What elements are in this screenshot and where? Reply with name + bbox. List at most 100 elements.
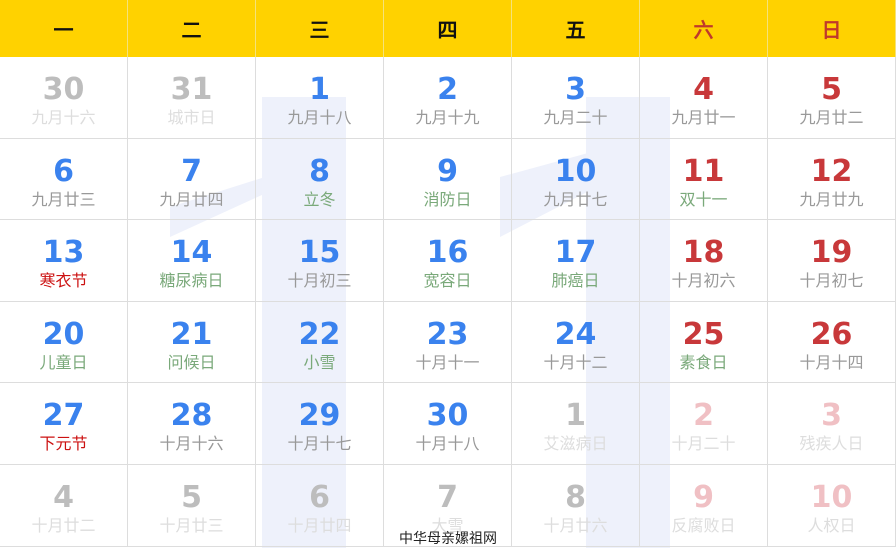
day-number: 28 <box>170 398 213 434</box>
day-cell[interactable]: 22 小雪 <box>256 301 384 384</box>
day-number: 7 <box>181 153 202 189</box>
day-cell[interactable]: 6 九月廿三 <box>0 138 128 221</box>
day-label: 城市日 <box>167 108 216 127</box>
day-label: 九月廿四 <box>159 189 224 209</box>
day-number: 20 <box>42 316 85 352</box>
day-label: 十月十七 <box>287 434 352 454</box>
day-cell[interactable]: 19 十月初七 <box>768 220 896 302</box>
day-number: 2 <box>437 72 458 107</box>
day-number: 6 <box>53 153 74 189</box>
day-number: 9 <box>437 153 458 189</box>
day-cell[interactable]: 4 九月廿一 <box>640 57 768 139</box>
day-number: 19 <box>810 235 853 271</box>
day-cell[interactable]: 23 十月十一 <box>384 301 512 384</box>
day-cell[interactable]: 25 素食日 <box>640 301 768 384</box>
day-cell[interactable]: 3 残疾人日 <box>768 383 896 465</box>
day-label: 九月廿九 <box>799 189 864 209</box>
day-number: 1 <box>309 72 330 107</box>
day-cell[interactable]: 21 问候日 <box>128 301 256 384</box>
calendar-grid: 30 九月十六 31 城市日 1 九月十八 2 九月十九 3 九月二十 4 九月廿一 5 九月廿二 6 九月廿… <box>0 57 896 547</box>
day-number: 22 <box>298 316 341 352</box>
day-number: 3 <box>821 398 842 434</box>
day-label: 九月廿三 <box>31 189 96 209</box>
weekday-thu: 四 <box>384 0 512 57</box>
day-label: 十月十一 <box>415 352 480 372</box>
day-cell[interactable]: 31 城市日 <box>128 57 256 139</box>
day-label: 下元节 <box>39 434 88 454</box>
day-cell[interactable]: 18 十月初六 <box>640 220 768 302</box>
day-cell[interactable]: 7 九月廿四 <box>128 138 256 221</box>
day-label: 九月二十 <box>543 108 608 127</box>
day-cell[interactable]: 8 立冬 <box>256 138 384 221</box>
day-label: 问候日 <box>167 352 216 372</box>
weekday-mon: 一 <box>0 0 128 57</box>
day-number: 16 <box>426 235 469 271</box>
day-label: 九月廿一 <box>671 108 736 127</box>
day-cell[interactable]: 27 下元节 <box>0 383 128 465</box>
day-cell[interactable]: 30 十月十八 <box>384 383 512 465</box>
day-number: 9 <box>693 479 714 515</box>
day-label: 艾滋病日 <box>543 434 608 454</box>
day-number: 31 <box>170 72 213 107</box>
day-number: 29 <box>298 398 341 434</box>
day-number: 10 <box>554 153 597 189</box>
day-cell[interactable]: 3 九月二十 <box>512 57 640 139</box>
day-label: 儿童日 <box>39 352 88 372</box>
day-cell[interactable]: 5 九月廿二 <box>768 57 896 139</box>
day-cell[interactable]: 13 寒衣节 <box>0 220 128 302</box>
day-label: 双十一 <box>679 189 728 209</box>
day-label: 宽容日 <box>423 271 472 291</box>
day-cell[interactable]: 2 十月二十 <box>640 383 768 465</box>
day-label: 糖尿病日 <box>159 271 224 291</box>
day-number: 10 <box>810 479 853 515</box>
day-number: 6 <box>309 479 330 515</box>
day-number: 8 <box>309 153 330 189</box>
day-label: 消防日 <box>423 189 472 209</box>
day-label: 肺癌日 <box>551 271 600 291</box>
day-cell[interactable]: 9 消防日 <box>384 138 512 221</box>
day-number: 2 <box>693 398 714 434</box>
weekday-sat: 六 <box>640 0 768 57</box>
weekday-sun: 日 <box>768 0 896 57</box>
day-cell[interactable]: 1 艾滋病日 <box>512 383 640 465</box>
day-cell[interactable]: 1 九月十八 <box>256 57 384 139</box>
day-number: 1 <box>565 398 586 434</box>
day-cell[interactable]: 14 糖尿病日 <box>128 220 256 302</box>
day-label: 十月十二 <box>543 352 608 372</box>
weekday-tue: 二 <box>128 0 256 57</box>
weekday-fri: 五 <box>512 0 640 57</box>
day-cell[interactable]: 2 九月十九 <box>384 57 512 139</box>
day-cell[interactable]: 15 十月初三 <box>256 220 384 302</box>
day-number: 14 <box>170 235 213 271</box>
day-number: 13 <box>42 235 85 271</box>
day-cell[interactable]: 10 九月廿七 <box>512 138 640 221</box>
day-cell[interactable]: 12 九月廿九 <box>768 138 896 221</box>
day-label: 小雪 <box>303 352 336 372</box>
day-number: 18 <box>682 235 725 271</box>
day-cell[interactable]: 20 儿童日 <box>0 301 128 384</box>
day-label: 十月初七 <box>799 271 864 291</box>
day-cell[interactable]: 11 双十一 <box>640 138 768 221</box>
weekday-header: 一 二 三 四 五 六 日 <box>0 0 896 57</box>
weekday-wed: 三 <box>256 0 384 57</box>
day-number: 5 <box>181 479 202 515</box>
day-cell[interactable]: 30 九月十六 <box>0 57 128 139</box>
day-label: 残疾人日 <box>799 434 864 454</box>
day-cell[interactable]: 26 十月十四 <box>768 301 896 384</box>
day-cell[interactable]: 24 十月十二 <box>512 301 640 384</box>
day-cell[interactable]: 28 十月十六 <box>128 383 256 465</box>
footer-watermark: 中华母亲嫘祖网 <box>399 531 497 547</box>
day-number: 3 <box>565 72 586 107</box>
day-number: 25 <box>682 316 725 352</box>
day-label: 十月十六 <box>159 434 224 454</box>
day-label: 立冬 <box>303 189 336 209</box>
day-label: 十月十八 <box>415 434 480 454</box>
day-label: 寒衣节 <box>39 271 88 291</box>
day-number: 24 <box>554 316 597 352</box>
day-cell[interactable]: 17 肺癌日 <box>512 220 640 302</box>
day-cell[interactable]: 16 宽容日 <box>384 220 512 302</box>
day-label: 九月十八 <box>287 108 352 127</box>
day-number: 30 <box>426 398 469 434</box>
day-cell[interactable]: 29 十月十七 <box>256 383 384 465</box>
day-label: 十月十四 <box>799 352 864 372</box>
